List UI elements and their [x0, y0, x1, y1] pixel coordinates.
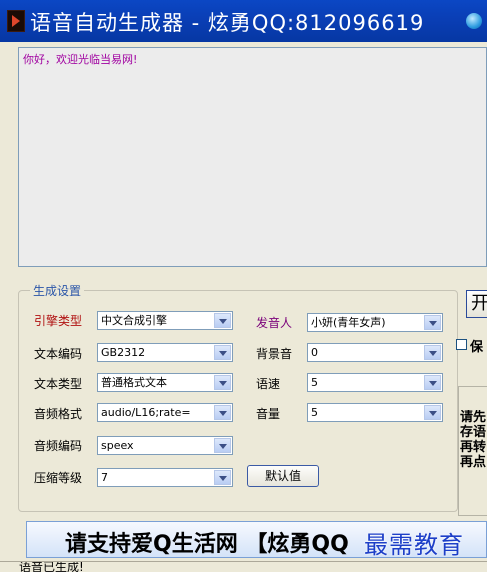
audio-format-select[interactable]: audio/L16;rate=: [97, 403, 233, 422]
chevron-down-icon[interactable]: [424, 345, 441, 360]
audio-encoding-label: 音频编码: [34, 439, 83, 453]
start-button[interactable]: 开: [466, 290, 487, 318]
audio-encoding-select[interactable]: speex: [97, 436, 233, 455]
volume-select[interactable]: 5: [307, 403, 443, 422]
speed-label: 语速: [256, 377, 281, 391]
speed-value: 5: [311, 376, 318, 389]
speaker-value: 小妍(青年女声): [311, 316, 386, 329]
chevron-down-icon[interactable]: [424, 405, 441, 420]
chevron-down-icon[interactable]: [214, 345, 231, 360]
title-bar: 语音自动生成器 - 炫勇QQ:812096619: [0, 0, 487, 42]
text-encoding-select[interactable]: GB2312: [97, 343, 233, 362]
text-encoding-label: 文本编码: [34, 347, 83, 361]
audio-format-value: audio/L16;rate=: [101, 406, 191, 419]
background-label: 背景音: [256, 347, 293, 361]
text-type-value: 普通格式文本: [101, 376, 167, 389]
default-button[interactable]: 默认值: [247, 465, 319, 487]
speaker-label: 发音人: [256, 316, 293, 330]
status-bar: 语音已生成!: [0, 561, 487, 572]
speed-select[interactable]: 5: [307, 373, 443, 392]
window-title: 语音自动生成器 - 炫勇QQ:812096619: [30, 11, 425, 35]
save-checkbox-label: 保: [470, 340, 484, 355]
text-encoding-value: GB2312: [101, 346, 146, 359]
compression-select[interactable]: 7: [97, 468, 233, 487]
engine-label: 引擎类型: [34, 314, 83, 328]
text-type-select[interactable]: 普通格式文本: [97, 373, 233, 392]
instruction-line: 再转: [460, 440, 487, 455]
chevron-down-icon[interactable]: [424, 375, 441, 390]
chevron-down-icon[interactable]: [214, 438, 231, 453]
background-select[interactable]: 0: [307, 343, 443, 362]
speaker-select[interactable]: 小妍(青年女声): [307, 313, 443, 332]
status-text: 语音已生成!: [19, 561, 84, 572]
chevron-down-icon[interactable]: [214, 313, 231, 328]
app-icon[interactable]: [7, 10, 25, 32]
save-checkbox[interactable]: [456, 339, 467, 350]
instruction-line: 请先: [460, 410, 487, 425]
chevron-down-icon[interactable]: [214, 470, 231, 485]
background-value: 0: [311, 346, 318, 359]
engine-select[interactable]: 中文合成引擎: [97, 311, 233, 330]
engine-value: 中文合成引擎: [101, 314, 167, 327]
instruction-line: 存语: [460, 425, 487, 440]
audio-encoding-value: speex: [101, 439, 134, 452]
output-text: 你好，欢迎光临当易网!: [23, 53, 138, 66]
output-textarea[interactable]: 你好，欢迎光临当易网!: [18, 47, 487, 267]
chevron-down-icon[interactable]: [214, 405, 231, 420]
text-type-label: 文本类型: [34, 377, 83, 391]
volume-value: 5: [311, 406, 318, 419]
chevron-down-icon[interactable]: [214, 375, 231, 390]
settings-group-title: 生成设置: [30, 282, 85, 299]
volume-label: 音量: [256, 407, 281, 421]
instruction-line: 再点: [460, 455, 487, 470]
watermark: 最需教育: [364, 531, 464, 559]
banner-text: 请支持爱Q生活网 【炫勇QQ: [65, 532, 349, 557]
audio-format-label: 音频格式: [34, 407, 83, 421]
chevron-down-icon[interactable]: [424, 315, 441, 330]
compression-label: 压缩等级: [34, 471, 83, 485]
compression-value: 7: [101, 471, 108, 484]
instructions-text: 请先 存语 再转 再点: [460, 410, 487, 470]
qq-orb-icon[interactable]: [466, 13, 482, 29]
